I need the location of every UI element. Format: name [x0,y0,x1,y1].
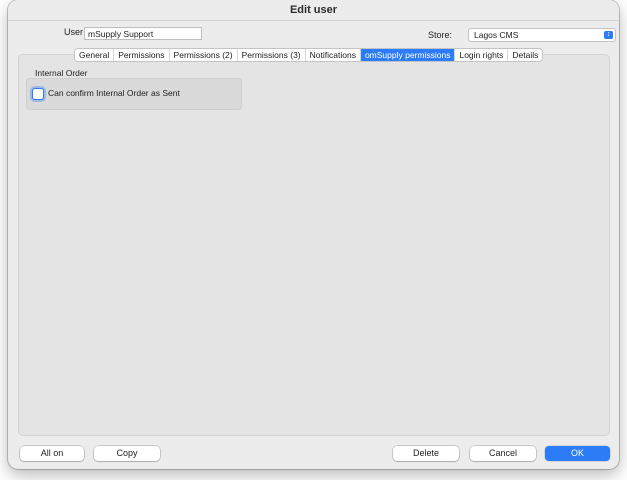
section-title-internal-order: Internal Order [35,68,88,78]
store-select[interactable]: Lagos CMS ↕ [468,28,616,42]
tab-permissions[interactable]: Permissions [114,49,170,61]
delete-button[interactable]: Delete [393,446,459,461]
confirm-internal-order-label: Can confirm Internal Order as Sent [48,88,180,98]
confirm-internal-order-checkbox[interactable] [32,88,44,100]
tab-login-rights[interactable]: Login rights [455,49,509,61]
tab-general[interactable]: General [75,49,115,61]
cancel-button[interactable]: Cancel [470,446,536,461]
copy-button[interactable]: Copy [94,446,160,461]
tab-details[interactable]: Details [508,49,542,61]
store-select-value: Lagos CMS [474,30,519,40]
tab-permissions-3[interactable]: Permissions (3) [238,49,306,61]
tab-bar: General Permissions Permissions (2) Perm… [74,48,544,62]
tab-content-panel [18,54,610,436]
store-label: Store: [428,30,453,40]
all-on-button[interactable]: All on [20,446,84,461]
user-field[interactable]: mSupply Support [84,27,202,40]
ok-button[interactable]: OK [545,446,610,461]
edit-user-window: Edit user User mSupply Support Store: La… [8,0,619,469]
window-title: Edit user [8,0,619,21]
tab-omsupply-permissions[interactable]: omSupply permissions [360,49,456,61]
user-label: User [64,27,84,37]
tab-permissions-2[interactable]: Permissions (2) [170,49,238,61]
chevron-updown-icon: ↕ [604,31,613,39]
tab-notifications[interactable]: Notifications [306,49,361,61]
